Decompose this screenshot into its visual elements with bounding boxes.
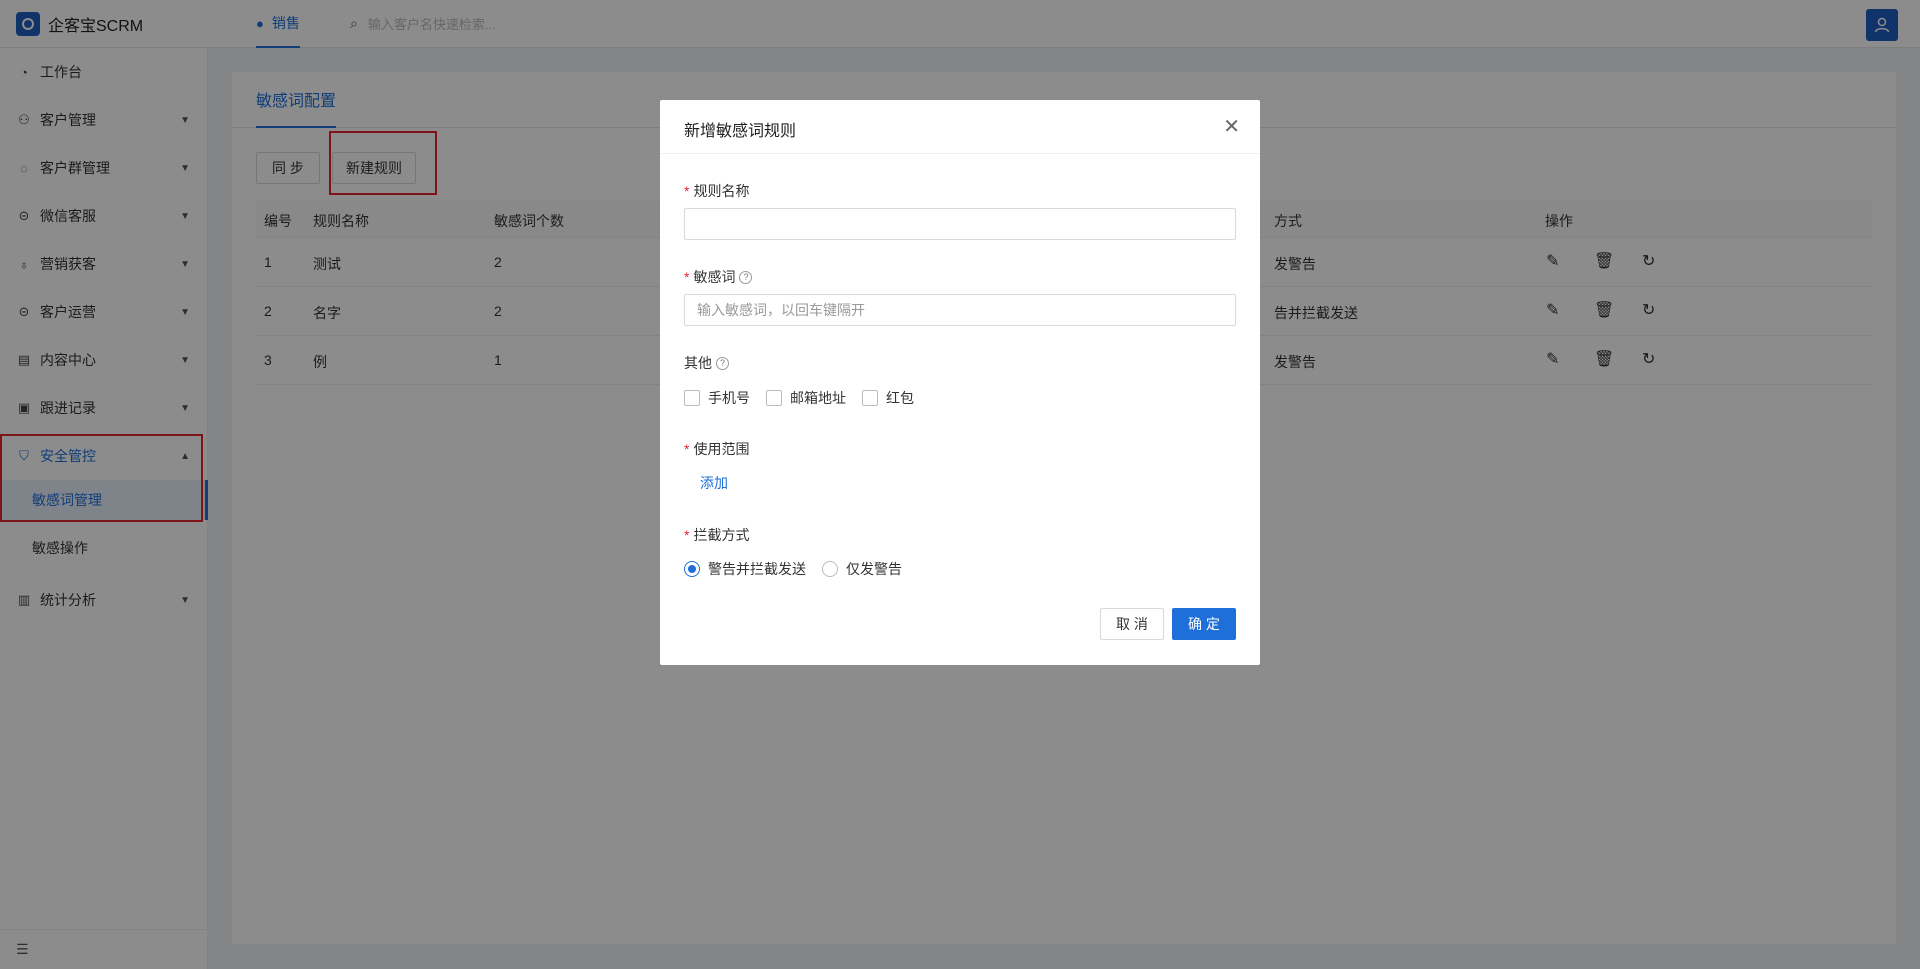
label-text: 敏感词: [693, 269, 736, 285]
close-icon[interactable]: ✕: [1223, 114, 1240, 139]
dialog-header: 新增敏感词规则 ✕: [660, 100, 1260, 154]
help-icon[interactable]: ?: [739, 270, 753, 284]
warn-only-radio[interactable]: [822, 561, 838, 577]
red-packet-checkbox[interactable]: [862, 390, 878, 406]
label-text: 其他: [684, 355, 712, 371]
phone-checkbox[interactable]: [684, 390, 700, 406]
checkbox-label: 邮箱地址: [790, 390, 846, 406]
other-options: 手机号 邮箱地址 红包: [684, 388, 930, 408]
help-icon[interactable]: ?: [716, 356, 729, 370]
intercept-label: * 拦截方式: [684, 525, 749, 545]
label-text: 拦截方式: [693, 527, 750, 543]
label-text: 使用范围: [693, 441, 750, 457]
confirm-button[interactable]: 确 定: [1172, 608, 1236, 640]
new-rule-dialog: 新增敏感词规则 ✕ * 规则名称 * 敏感词 ? 其他 ? 手机号 邮箱地址 红…: [660, 100, 1260, 665]
sensitive-words-input[interactable]: [684, 294, 1236, 326]
intercept-options: 警告并拦截发送 仅发警告: [684, 559, 918, 579]
checkbox-label: 手机号: [708, 390, 750, 406]
rule-name-label: * 规则名称: [684, 181, 749, 201]
radio-label: 警告并拦截发送: [708, 561, 806, 577]
email-checkbox[interactable]: [766, 390, 782, 406]
radio-label: 仅发警告: [846, 561, 902, 577]
scope-label: * 使用范围: [684, 439, 749, 459]
other-label: 其他 ?: [684, 353, 729, 373]
cancel-button[interactable]: 取 消: [1100, 608, 1164, 640]
required-mark: *: [684, 527, 690, 543]
required-mark: *: [684, 441, 690, 457]
required-mark: *: [684, 183, 690, 199]
required-mark: *: [684, 269, 690, 285]
add-scope-link[interactable]: 添加: [700, 473, 728, 493]
dialog-title: 新增敏感词规则: [684, 123, 797, 140]
warn-and-block-radio[interactable]: [684, 561, 700, 577]
rule-name-input[interactable]: [684, 208, 1236, 240]
sensitive-words-label: * 敏感词 ?: [684, 267, 753, 287]
checkbox-label: 红包: [886, 390, 914, 406]
label-text: 规则名称: [693, 183, 750, 199]
